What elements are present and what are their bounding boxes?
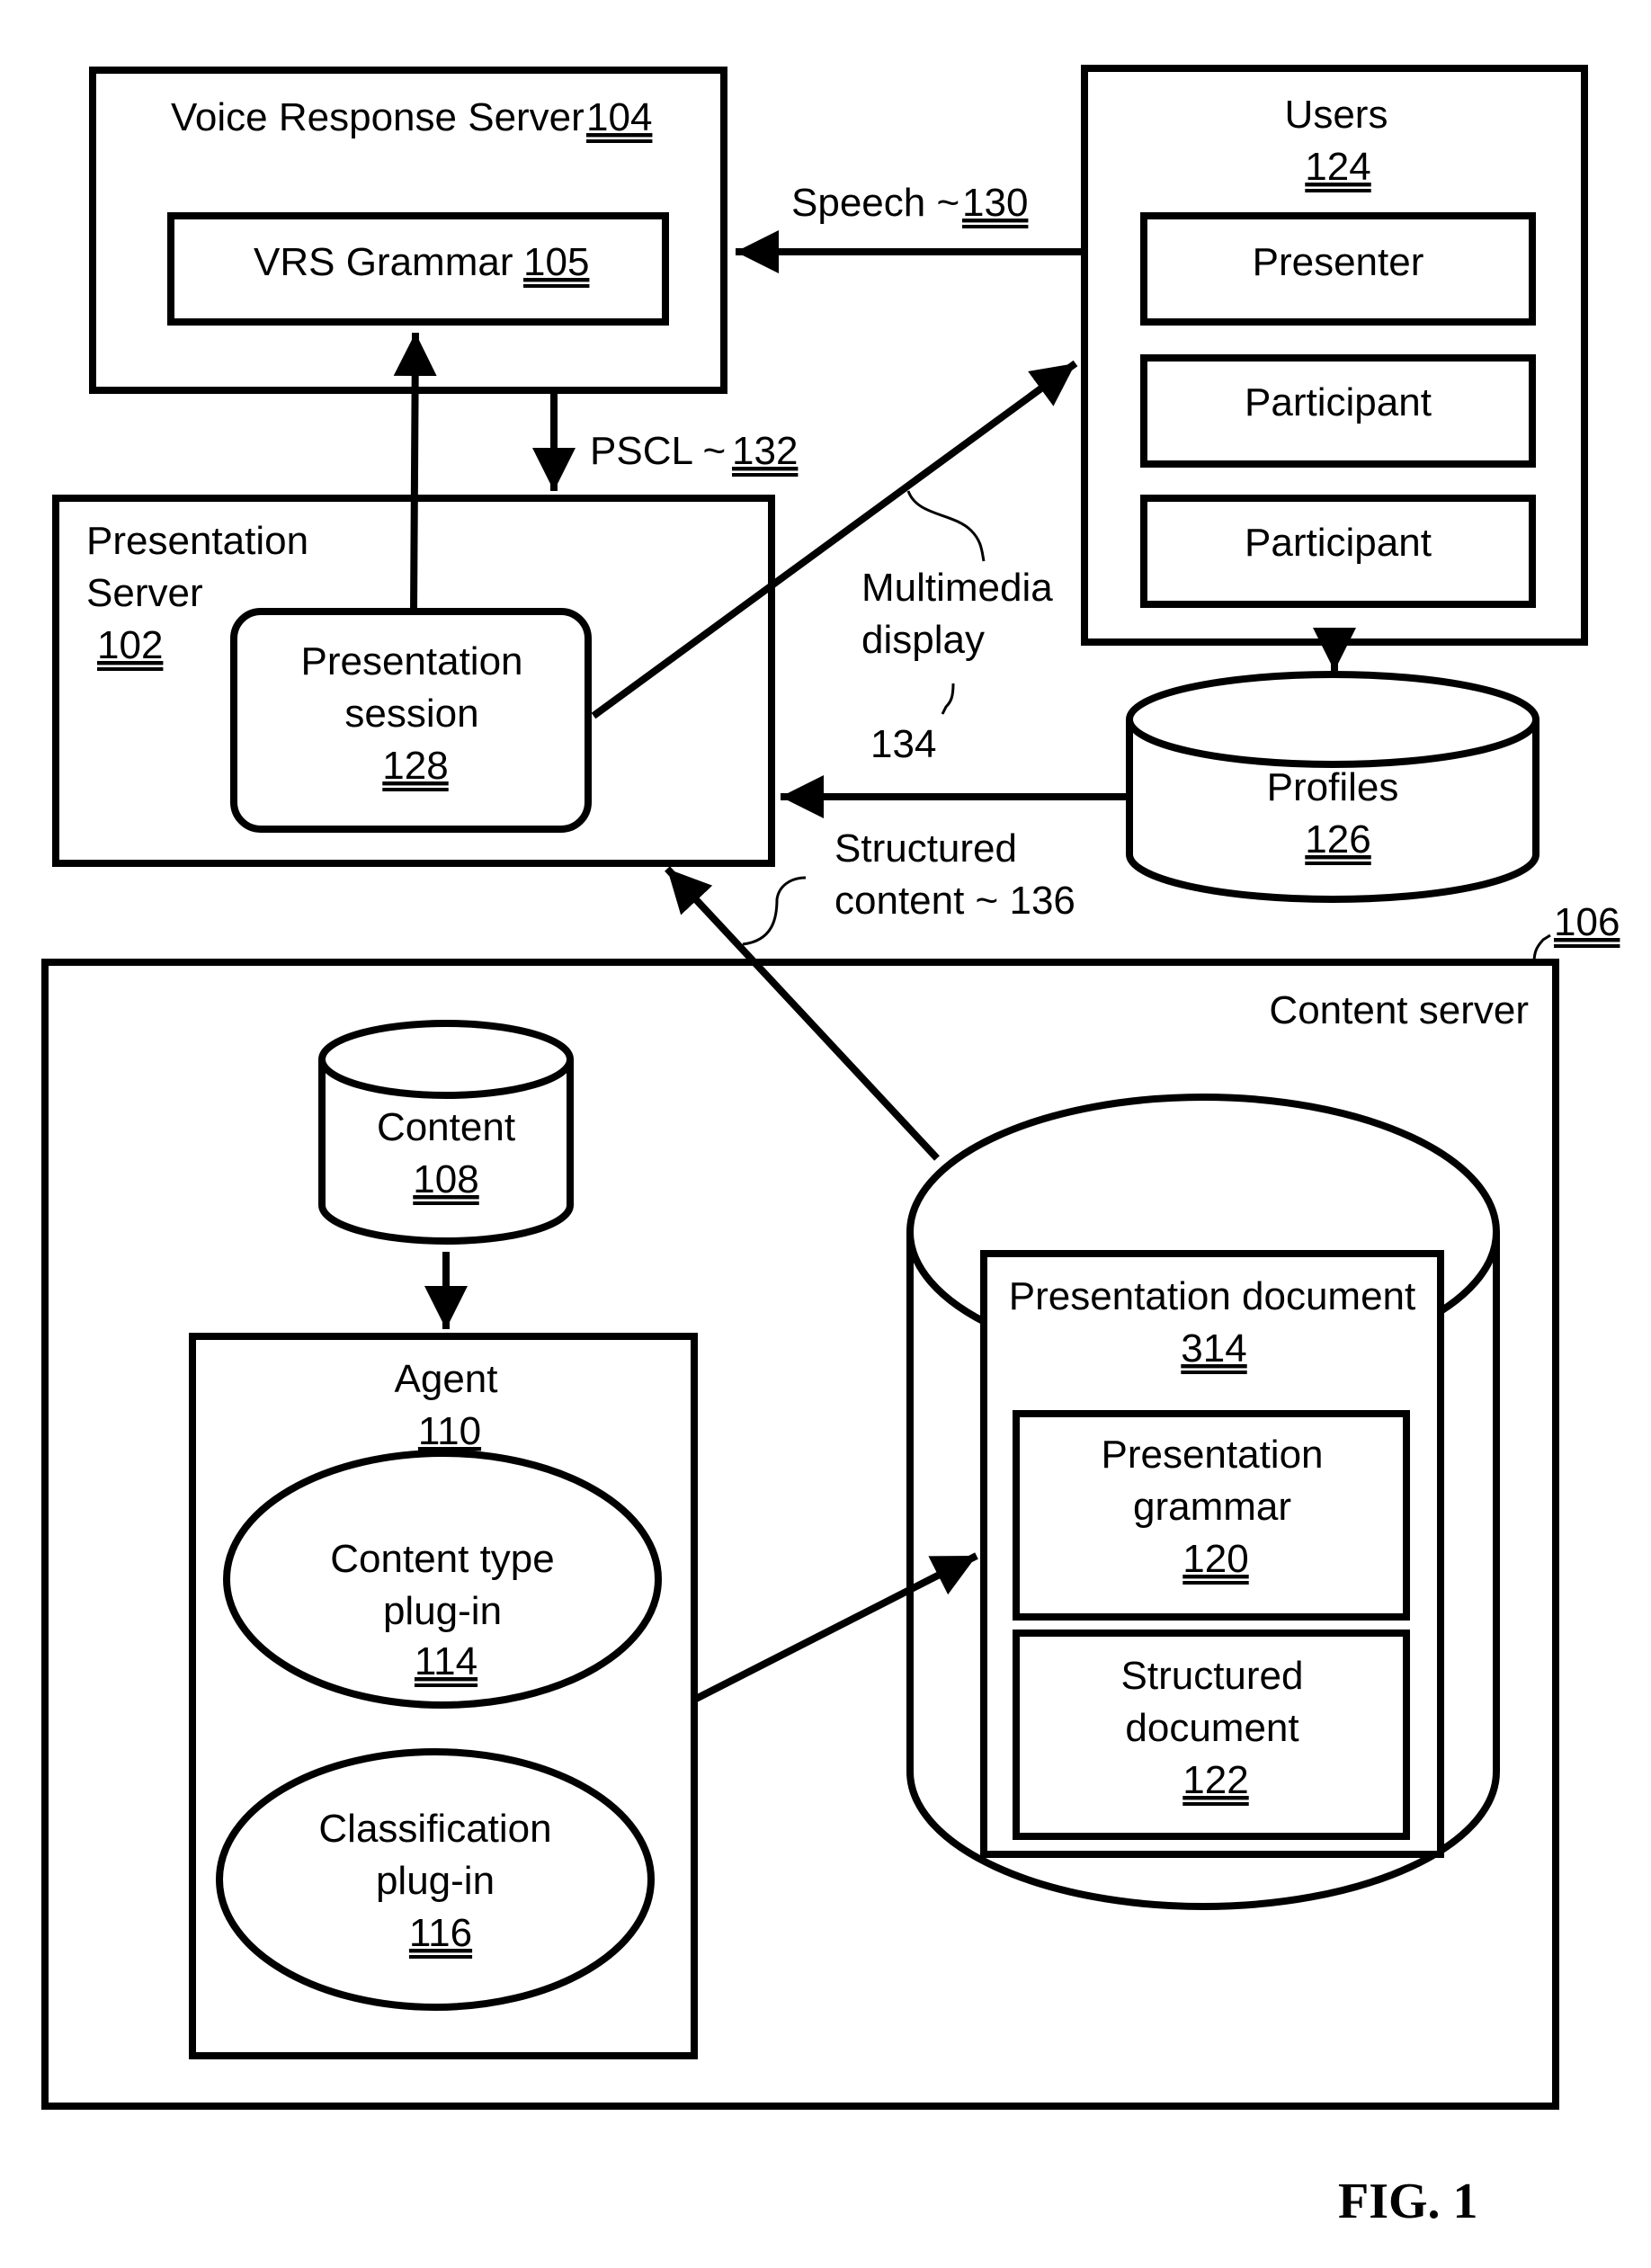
classification-plugin-label-line2: plug-in [376,1859,495,1903]
content-type-plugin-ref: 114 [415,1639,477,1683]
presentation-grammar-label-line1: Presentation [1101,1433,1323,1477]
multimedia-display-label-line2: display [861,618,985,662]
presentation-session-label-line2: session [344,692,478,736]
pscl-ref: 132 [732,429,798,473]
content-server-label: Content server [1269,988,1529,1032]
profiles-ref: 126 [1305,817,1370,862]
structured-content-label-line2: content ~ 136 [834,879,1075,923]
structured-document-label-line2: document [1125,1706,1298,1750]
content-type-plugin-label-line1: Content type [330,1537,555,1581]
content-type-plugin-label-line2: plug-in [383,1589,502,1633]
speech-ref: 130 [962,181,1028,225]
presentation-server-ref: 102 [97,623,163,667]
agent-ref: 110 [418,1409,481,1453]
structured-content-label-line1: Structured [834,826,1017,871]
presentation-document-label: Presentation document [1009,1274,1416,1318]
presentation-grammar-ref: 120 [1182,1537,1248,1581]
structured-content-leader [742,876,807,946]
presentation-server-label-line2: Server [86,571,203,615]
multimedia-ref-leader [941,683,955,715]
structured-document-label-line1: Structured [1121,1654,1304,1698]
classification-plugin-label-line1: Classification [318,1807,551,1851]
profiles-label: Profiles [1267,765,1399,809]
participant-2: Participant [1140,495,1536,608]
content-server-ref: 106 [1554,900,1620,944]
presentation-session: Presentation session 128 [230,608,592,833]
participant-1-label: Participant [1245,380,1432,424]
structured-document-ref: 122 [1182,1758,1248,1802]
vrs-grammar-ref: 105 [523,240,589,284]
content-ref: 108 [413,1157,478,1201]
classification-plugin-ref: 116 [409,1911,472,1955]
voice-response-server-ref: 104 [586,95,652,139]
vrs-grammar: VRS Grammar 105 [167,212,669,326]
multimedia-leader [906,490,986,562]
figure-caption: FIG. 1 [1338,2174,1478,2229]
agent-label: Agent [395,1357,498,1401]
presentation-server-label-line1: Presentation [86,519,308,563]
users-label: Users [1285,93,1388,137]
presentation-document-ref: 314 [1181,1326,1246,1371]
multimedia-display-ref: 134 [870,722,936,766]
presenter: Presenter [1140,212,1536,326]
system-diagram: Voice Response Server 104 VRS Grammar 10… [41,65,1620,2229]
content-server-ref-leader [1532,933,1551,963]
presentation-session-label-line1: Presentation [300,639,522,683]
classification-plugin: Classification plug-in 116 [216,1748,655,2011]
voice-response-server-label: Voice Response Server [171,95,585,139]
speech-label: Speech ~ [791,181,959,225]
presentation-grammar-label-line2: grammar [1133,1485,1291,1529]
presenter-label: Presenter [1253,240,1424,284]
profiles-database: Profiles 126 [1126,671,1539,903]
content-database: Content 108 [318,1020,574,1245]
structured-document: Structured document 122 [1013,1630,1410,1840]
presentation-session-ref: 128 [382,744,448,788]
users-ref: 124 [1305,145,1370,189]
participant-2-label: Participant [1245,521,1432,565]
vrs-grammar-label: VRS Grammar [254,240,513,284]
multimedia-display-label-line1: Multimedia [861,566,1053,610]
pscl-label: PSCL ~ [590,429,726,473]
participant-1: Participant [1140,354,1536,468]
presentation-grammar: Presentation grammar 120 [1013,1410,1410,1621]
content-type-plugin: Content type plug-in 114 [223,1450,662,1709]
session-to-grammar-arrow [393,332,437,612]
content-label: Content [377,1105,515,1149]
